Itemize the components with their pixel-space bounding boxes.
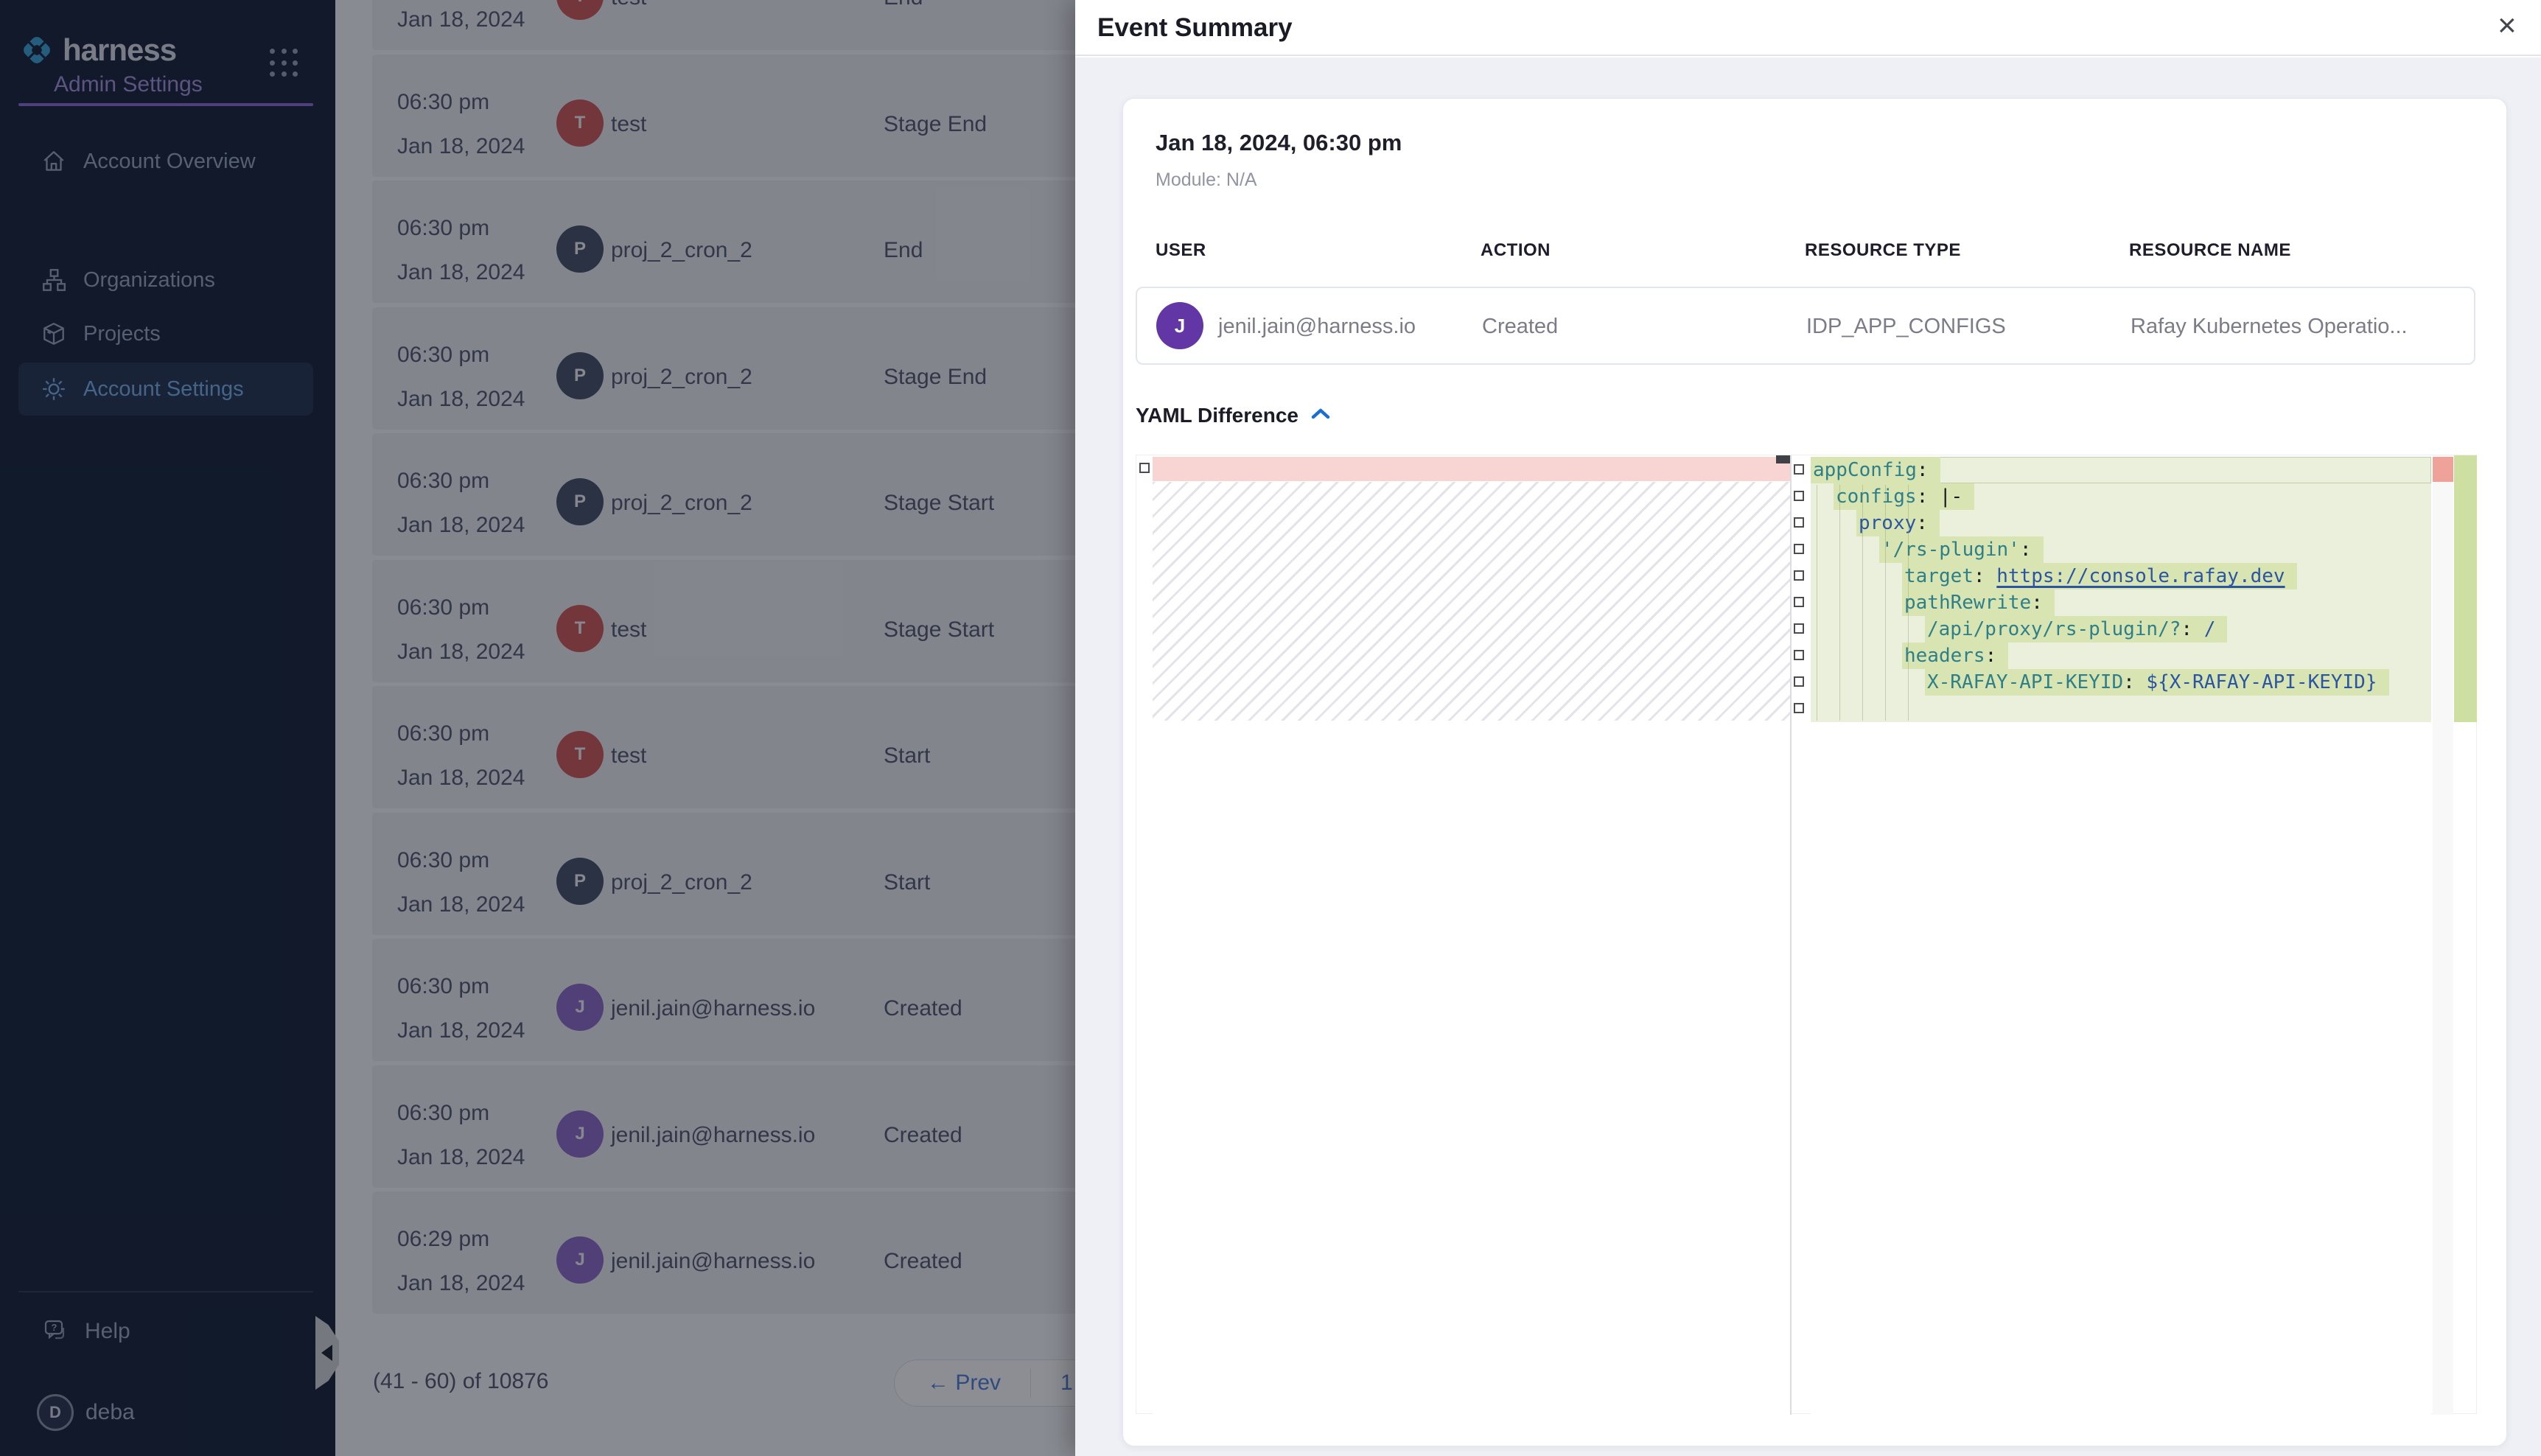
yaml-line: headers: — [1811, 643, 2431, 669]
added-overview-strip — [2454, 455, 2477, 722]
yaml-token: : — [1917, 459, 1929, 481]
event-resource-type: IDP_APP_CONFIGS — [1806, 315, 2006, 339]
yaml-line: configs: |- — [1811, 483, 2431, 510]
yaml-token: configs — [1836, 486, 1917, 508]
yaml-token: /api/proxy/rs-plugin/? — [1927, 618, 2181, 640]
drawer-title: Event Summary — [1097, 13, 1293, 43]
yaml-token: : |- — [1917, 486, 1963, 508]
indent-guide — [1885, 485, 1886, 721]
column-header-user: USER — [1156, 240, 1206, 261]
diff-marker-right[interactable] — [1794, 517, 1804, 528]
yaml-line: '/rs-plugin': — [1811, 536, 2431, 563]
yaml-token: pathRewrite — [1904, 592, 2031, 614]
yaml-line: /api/proxy/rs-plugin/?: / — [1811, 616, 2431, 643]
yaml-token: : — [2123, 671, 2146, 693]
diff-marker-right[interactable] — [1794, 464, 1804, 475]
yaml-line: X-RAFAY-API-KEYID: ${X-RAFAY-API-KEYID} — [1811, 669, 2431, 696]
yaml-token: X-RAFAY-API-KEYID — [1927, 671, 2123, 693]
column-header-resource-name: RESOURCE NAME — [2129, 240, 2291, 261]
yaml-diff-view: appConfig:configs: |-proxy:'/rs-plugin':… — [1136, 455, 2477, 1414]
yaml-token: : — [2020, 539, 2032, 561]
diff-marker-right[interactable] — [1794, 570, 1804, 581]
diff-marker-right[interactable] — [1794, 676, 1804, 687]
yaml-link[interactable]: https://console.rafay.dev — [1996, 565, 2285, 587]
yaml-token: : — [1974, 565, 1996, 587]
event-user: jenil.jain@harness.io — [1218, 315, 1416, 339]
column-header-action: ACTION — [1481, 240, 1551, 261]
yaml-token: '/rs-plugin' — [1881, 539, 2020, 561]
diff-pane-new: appConfig:configs: |-proxy:'/rs-plugin':… — [1811, 455, 2431, 1415]
diff-marker-right[interactable] — [1794, 623, 1804, 634]
diff-marker-right[interactable] — [1794, 544, 1804, 554]
indent-guide — [1839, 485, 1840, 721]
event-row[interactable]: J jenil.jain@harness.io Created IDP_APP_… — [1136, 287, 2475, 365]
yaml-token: : — [1985, 645, 1997, 667]
diff-marker-right[interactable] — [1794, 650, 1804, 660]
yaml-difference-section: YAML Difference — [1136, 404, 1331, 427]
diff-splitter-handle[interactable] — [1776, 455, 1791, 463]
yaml-line: appConfig: — [1811, 457, 2431, 483]
diff-scrollbar-track[interactable] — [2433, 455, 2453, 1415]
yaml-line: pathRewrite: — [1811, 589, 2431, 616]
yaml-token: : — [1916, 512, 1928, 534]
yaml-token: : — [2031, 592, 2043, 614]
event-module: Module: N/A — [1156, 169, 1257, 191]
event-datetime: Jan 18, 2024, 06:30 pm — [1156, 130, 1402, 156]
event-resource-name: Rafay Kubernetes Operatio... — [2131, 315, 2408, 339]
removed-overview-marker — [2433, 457, 2453, 482]
indent-guide — [1862, 485, 1863, 721]
diff-marker-right[interactable] — [1794, 703, 1804, 713]
event-action: Created — [1482, 315, 1558, 339]
yaml-token: / — [2204, 618, 2216, 640]
app-root: harness Admin Settings Account Overview … — [0, 0, 2541, 1456]
yaml-token: headers — [1904, 645, 1985, 667]
empty-hatch-area — [1153, 482, 1790, 721]
yaml-token: ${X-RAFAY-API-KEYID} — [2146, 671, 2377, 693]
yaml-line — [1811, 696, 2431, 722]
event-summary-drawer: Event Summary × Jan 18, 2024, 06:30 pm M… — [1075, 0, 2541, 1456]
diff-pane-old — [1153, 455, 1790, 1415]
indent-guide — [1908, 485, 1909, 721]
drawer-header: Event Summary × — [1075, 0, 2541, 56]
diff-marker-right[interactable] — [1794, 491, 1804, 501]
diff-divider — [1790, 455, 1792, 1415]
diff-marker-left[interactable] — [1139, 463, 1150, 473]
yaml-token: appConfig — [1813, 459, 1917, 481]
drawer-body: Jan 18, 2024, 06:30 pm Module: N/A USER … — [1075, 57, 2541, 1456]
yaml-line: proxy: — [1811, 510, 2431, 536]
column-header-resource-type: RESOURCE TYPE — [1805, 240, 1961, 261]
yaml-token: target — [1904, 565, 1974, 587]
chevron-up-icon[interactable] — [1310, 407, 1331, 425]
diff-marker-right[interactable] — [1794, 597, 1804, 607]
yaml-difference-label: YAML Difference — [1136, 404, 1299, 427]
avatar: J — [1156, 302, 1203, 349]
close-icon[interactable]: × — [2498, 7, 2517, 44]
yaml-token: : — [2181, 618, 2203, 640]
yaml-line: target: https://console.rafay.dev — [1811, 563, 2431, 589]
deleted-line — [1153, 457, 1790, 481]
event-card: Jan 18, 2024, 06:30 pm Module: N/A USER … — [1122, 98, 2507, 1446]
